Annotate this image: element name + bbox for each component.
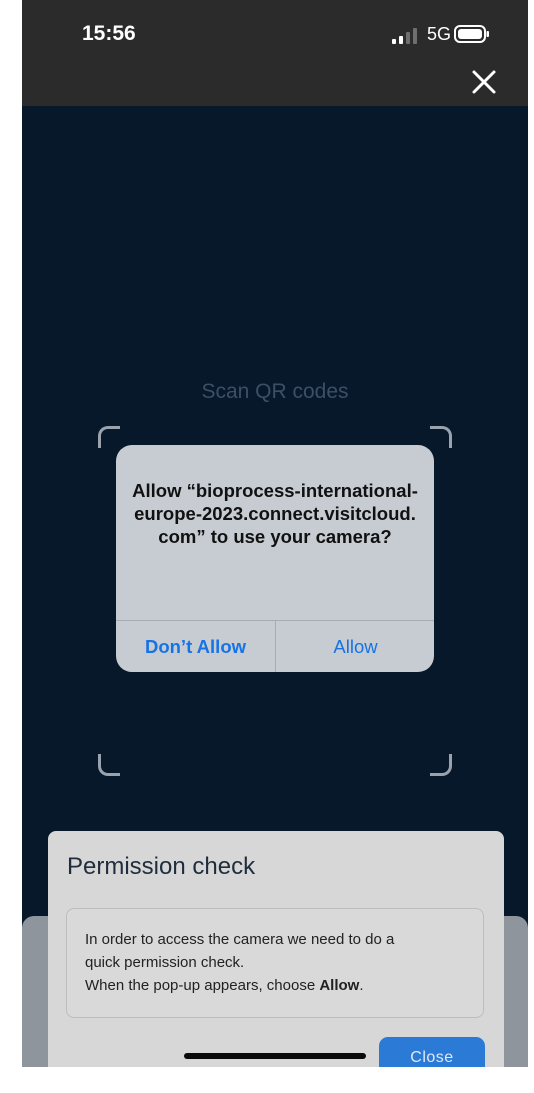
permission-message-line: quick permission check. (85, 954, 245, 971)
scan-label: Scan QR codes (201, 380, 349, 403)
scan-frame-corner-bottom-right (430, 754, 452, 776)
scan-frame-corner-bottom-left (98, 754, 120, 776)
alert-message: Allow “bioprocess-international-europe-2… (132, 480, 418, 547)
home-indicator[interactable] (184, 1053, 366, 1059)
battery-icon (454, 25, 489, 43)
close-icon[interactable] (468, 66, 500, 98)
permission-instruction-end: . (359, 977, 364, 994)
permission-message-line: In order to access the camera we need to… (85, 931, 395, 948)
network-type: 5G (427, 24, 452, 44)
dont-allow-button[interactable]: Don’t Allow (116, 621, 275, 672)
signal-icon (392, 28, 417, 44)
permission-check-dialog: Permission check In order to access the … (48, 831, 504, 1067)
status-time: 15:56 (82, 22, 136, 45)
phone-screen: 15:56 5G Scan QR codes Allow “bioprocess… (22, 0, 528, 1067)
allow-button[interactable]: Allow (276, 621, 434, 672)
permission-check-title: Permission check (67, 853, 256, 880)
permission-check-message-box: In order to access the camera we need to… (66, 908, 484, 1018)
camera-permission-alert: Allow “bioprocess-international-europe-2… (116, 445, 434, 672)
status-bar: 15:56 5G (22, 0, 528, 106)
permission-instruction-allow: Allow (319, 977, 360, 994)
scan-frame-corner-top-left (98, 426, 120, 448)
permission-message-line: When the pop-up appears, choose Allow. (85, 977, 364, 994)
scan-frame-corner-top-right (430, 426, 452, 448)
close-button[interactable]: Close (379, 1037, 485, 1067)
permission-instruction-text: When the pop-up appears, choose (85, 977, 320, 994)
